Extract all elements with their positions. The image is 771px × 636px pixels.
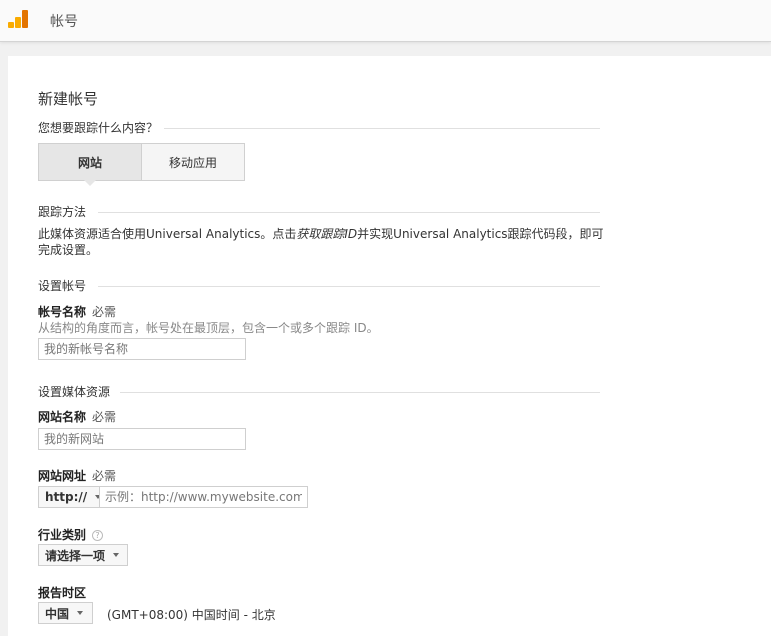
timezone-value[interactable]: (GMT+08:00) 中国时间 - 北京	[107, 606, 276, 623]
account-name-input[interactable]	[38, 338, 246, 360]
get-tracking-id-text: 获取跟踪ID	[296, 227, 358, 241]
track-type-tabs: 网站 移动应用	[38, 143, 245, 181]
industry-select[interactable]: 请选择一项	[38, 544, 128, 566]
page-title: 新建帐号	[38, 90, 99, 108]
site-name-label: 网站名称 必需	[38, 410, 117, 424]
tab-mobile-app[interactable]: 移动应用	[142, 144, 244, 180]
site-name-input[interactable]	[38, 428, 246, 450]
protocol-select[interactable]: http://	[38, 486, 102, 508]
new-account-panel: 新建帐号 您想要跟踪什么内容？ 网站 移动应用 跟踪方法 此媒体资源适合使用Un…	[8, 56, 771, 636]
country-select[interactable]: 中国	[38, 602, 93, 624]
industry-label: 行业类别?	[38, 526, 104, 543]
protocol-value: http://	[45, 490, 88, 504]
top-bar: 帐号	[0, 0, 771, 42]
property-setup-heading: 设置媒体资源	[38, 385, 111, 399]
track-question-label: 您想要跟踪什么内容？	[38, 121, 159, 135]
required-marker: 必需	[92, 469, 117, 483]
account-setup-heading: 设置帐号	[38, 279, 87, 293]
chevron-down-icon	[113, 553, 120, 557]
tab-website[interactable]: 网站	[39, 144, 142, 180]
account-name-hint: 从结构的角度而言，帐号处在最顶层，包含一个或多个跟踪 ID。	[38, 321, 379, 335]
required-marker: 必需	[92, 410, 117, 424]
industry-value: 请选择一项	[45, 548, 106, 563]
required-marker: 必需	[92, 305, 117, 319]
section-divider	[98, 212, 600, 213]
topbar-title: 帐号	[50, 14, 78, 30]
tracking-method-heading: 跟踪方法	[38, 205, 87, 219]
tracking-method-description: 此媒体资源适合使用Universal Analytics。点击获取跟踪ID并实现…	[38, 227, 604, 257]
site-url-label: 网站网址 必需	[38, 469, 117, 483]
chevron-down-icon	[77, 611, 84, 615]
account-name-label: 帐号名称 必需	[38, 305, 117, 319]
help-icon[interactable]: ?	[92, 530, 104, 541]
timezone-label: 报告时区	[38, 586, 87, 600]
analytics-logo-icon[interactable]	[8, 10, 28, 28]
section-divider	[98, 286, 600, 287]
site-url-input[interactable]	[99, 486, 308, 508]
section-divider	[120, 392, 600, 393]
section-divider	[164, 128, 600, 129]
country-value: 中国	[45, 606, 70, 621]
tab-active-pointer	[84, 180, 96, 186]
